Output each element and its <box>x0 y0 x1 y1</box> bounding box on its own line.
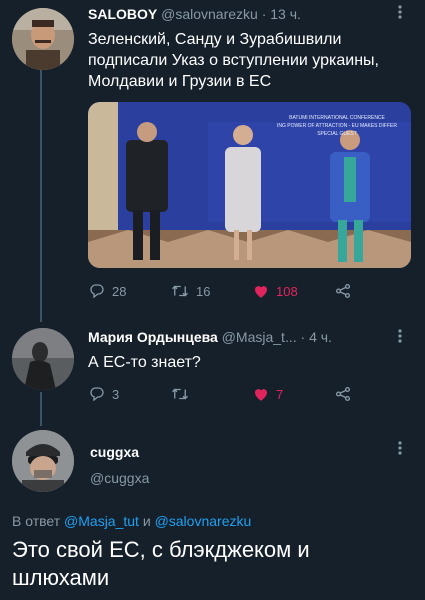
tweet-actions: 28 16 108 <box>88 282 368 300</box>
display-name[interactable]: Мария Ордынцева <box>88 329 218 345</box>
reply-count: 3 <box>112 386 120 402</box>
share-icon <box>335 283 351 299</box>
tweet-text: Зеленский, Санду и Зурабишвили подписали… <box>88 31 379 90</box>
retweet-count: 16 <box>196 283 211 299</box>
thread-line <box>40 70 42 322</box>
share-button[interactable] <box>334 385 352 403</box>
handle[interactable]: @Masja_t... <box>222 329 297 345</box>
handle[interactable]: @cuggxa <box>90 470 149 486</box>
tweet-actions: 3 7 <box>88 385 368 403</box>
banner-line: SPECIAL GUEST <box>317 131 357 137</box>
like-button[interactable]: 7 <box>252 385 334 403</box>
mention-link[interactable]: @Masja_tut <box>64 513 139 529</box>
banner-line: BATUMI INTERNATIONAL CONFERENCE <box>289 115 385 121</box>
reply-prefix: В ответ <box>12 513 61 529</box>
avatar[interactable] <box>12 430 74 492</box>
retweet-icon <box>172 285 188 297</box>
timestamp[interactable]: · 13 ч. <box>262 6 301 22</box>
display-name[interactable]: SALOBOY <box>88 6 157 22</box>
reply-button[interactable]: 3 <box>88 385 170 403</box>
reply-count: 28 <box>112 283 127 299</box>
thread-line <box>40 392 42 426</box>
replying-to: В ответ @Masja_tut и @salovnarezku <box>12 513 251 529</box>
avatar[interactable] <box>12 328 74 390</box>
heart-icon <box>255 389 267 401</box>
like-count: 108 <box>276 283 298 299</box>
retweet-button[interactable]: 16 <box>170 282 252 300</box>
tweet-image[interactable]: BATUMI INTERNATIONAL CONFERENCE ING POWE… <box>88 102 411 268</box>
more-icon[interactable] <box>393 328 407 346</box>
reply-icon <box>90 284 104 299</box>
tweet-header: Мария Ордынцева @Masja_t... · 4 ч. <box>88 329 332 345</box>
tweet-header: SALOBOY @salovnarezku · 13 ч. <box>88 6 301 22</box>
tweet-text: Это свой ЕС, с блэкджеком и шлюхами <box>12 537 310 590</box>
banner-text: BATUMI INTERNATIONAL CONFERENCE ING POWE… <box>263 114 411 138</box>
mention-link[interactable]: @salovnarezku <box>155 513 252 529</box>
retweet-button[interactable] <box>170 385 252 403</box>
reply-button[interactable]: 28 <box>88 282 170 300</box>
retweet-icon <box>172 388 188 400</box>
timestamp[interactable]: · 4 ч. <box>301 329 332 345</box>
reply-icon <box>90 387 104 402</box>
reply-and: и <box>142 513 151 529</box>
display-name[interactable]: cuggxa <box>90 444 149 460</box>
banner-line: ING POWER OF ATTRACTION - EU MAKES DIFFE… <box>277 123 397 129</box>
more-icon[interactable] <box>393 4 407 22</box>
more-icon[interactable] <box>393 440 407 458</box>
avatar[interactable] <box>12 8 74 70</box>
share-button[interactable] <box>334 282 352 300</box>
share-icon <box>335 386 351 402</box>
handle[interactable]: @salovnarezku <box>161 6 258 22</box>
heart-icon <box>255 286 267 298</box>
tweet-text: А ЕС-то знает? <box>88 354 201 371</box>
like-button[interactable]: 108 <box>252 282 334 300</box>
tweet-header: cuggxa @cuggxa <box>90 444 149 486</box>
like-count: 7 <box>276 386 284 402</box>
